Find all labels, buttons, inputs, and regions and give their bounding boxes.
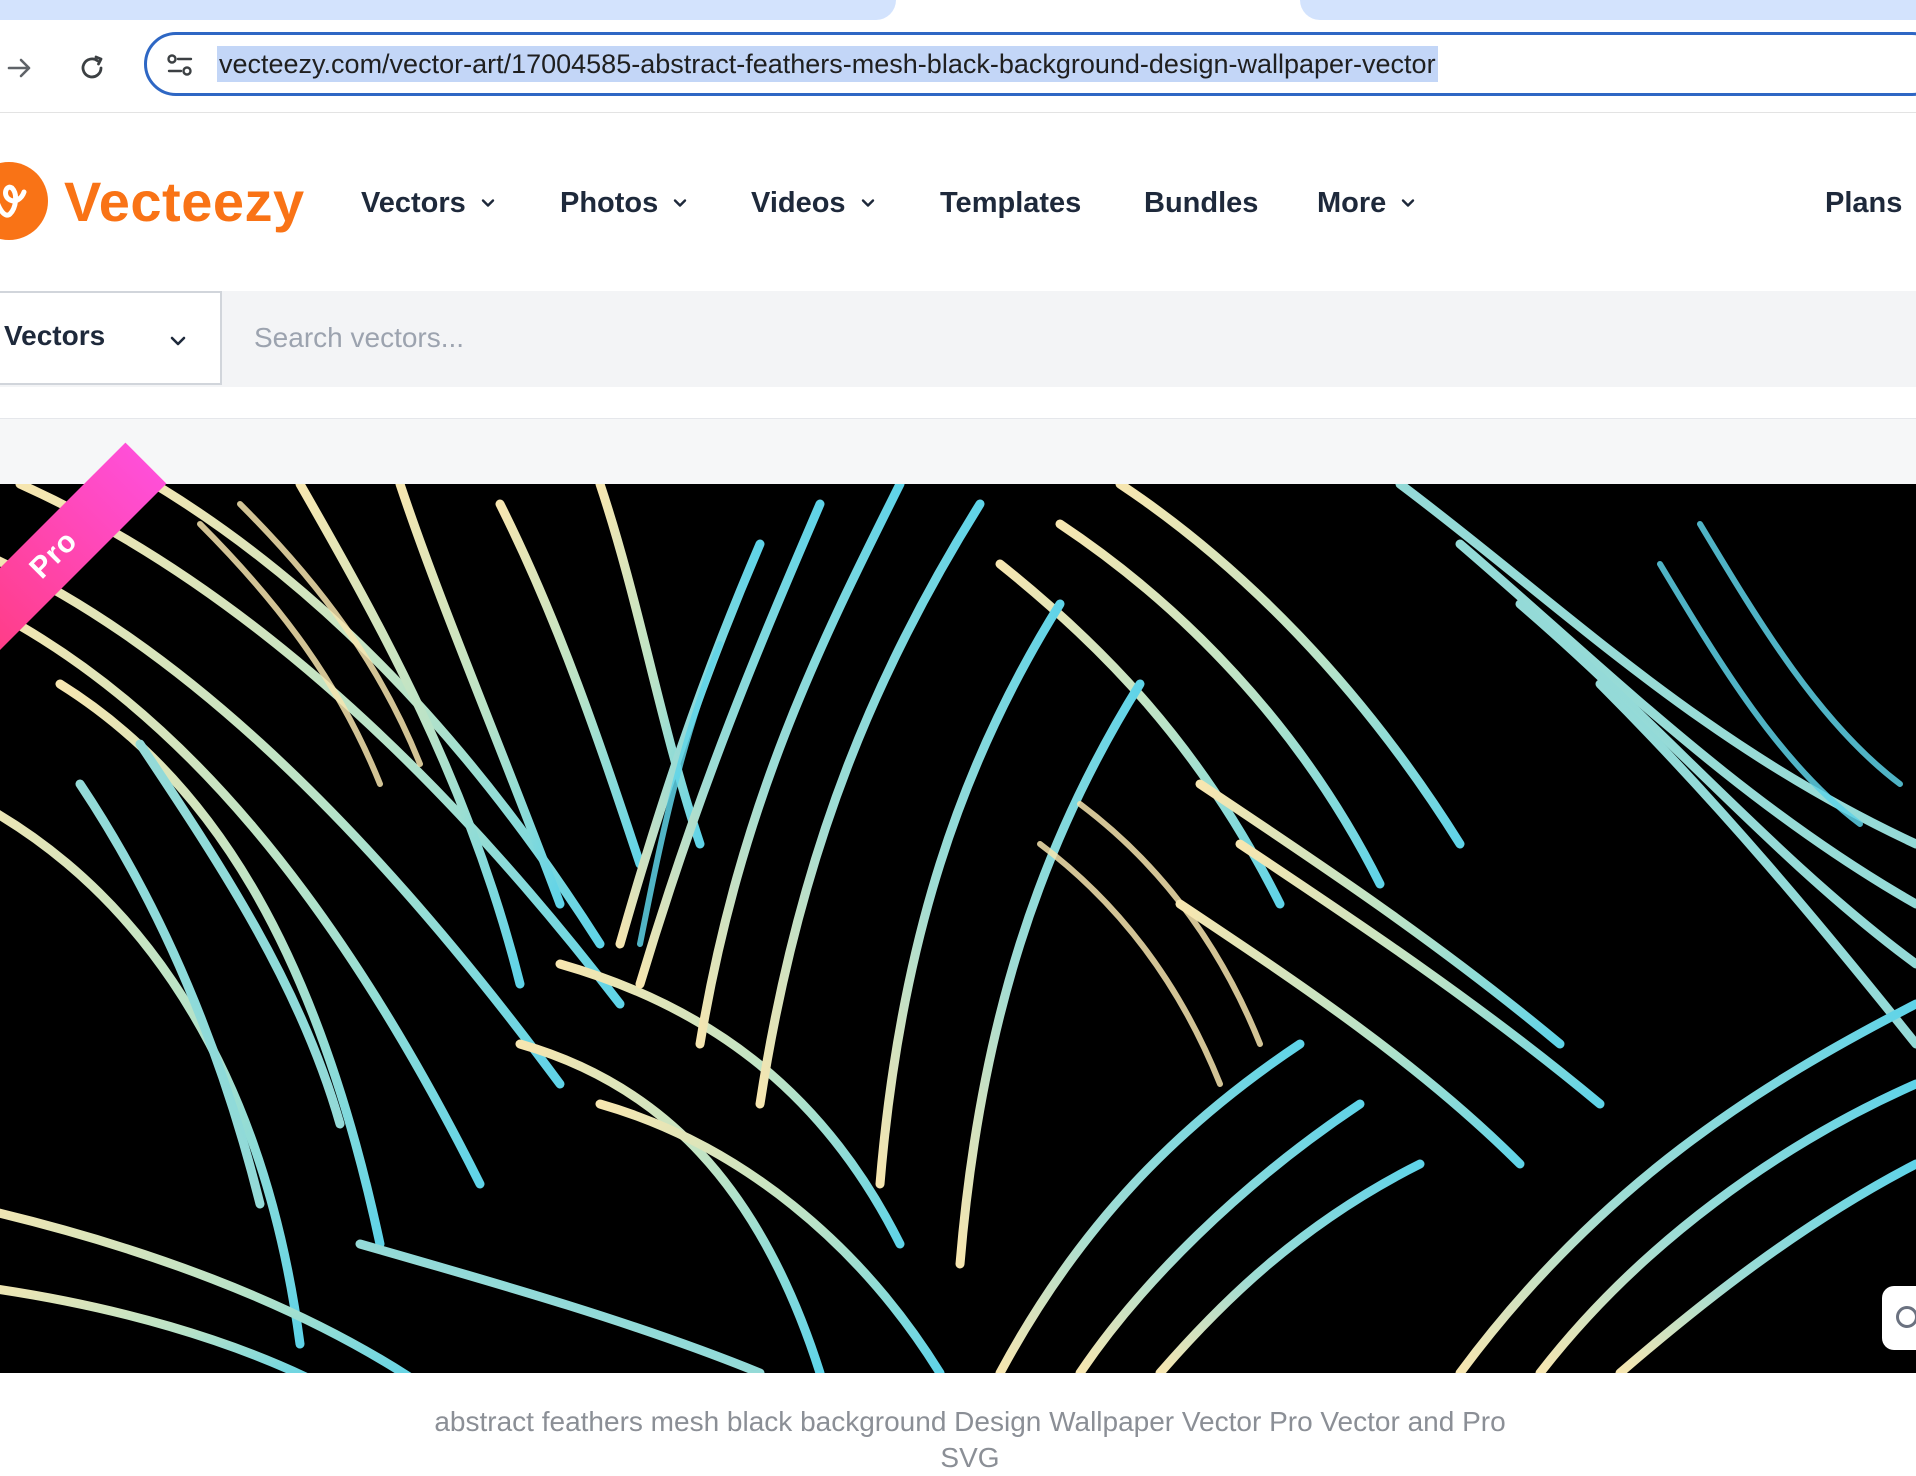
nav-bundles-label: Bundles — [1144, 186, 1259, 219]
main-nav: Vectors Photos Videos Templates Bundles … — [0, 113, 1916, 291]
content-divider — [0, 418, 1916, 485]
browser-tab[interactable] — [1300, 0, 1916, 20]
chevron-down-icon — [170, 336, 186, 346]
chevron-down-icon — [481, 199, 494, 207]
chevron-down-icon — [861, 199, 874, 207]
browser-toolbar: vecteezy.com/vector-art/17004585-abstrac… — [0, 20, 1916, 113]
vector-preview-image[interactable] — [0, 484, 1916, 1373]
forward-button[interactable] — [0, 48, 40, 88]
nav-plans[interactable]: Plans — [1825, 183, 1902, 223]
nav-templates[interactable]: Templates — [940, 183, 1081, 223]
nav-vectors-label: Vectors — [361, 186, 466, 219]
feathers-artwork — [0, 484, 1916, 1373]
address-bar[interactable]: vecteezy.com/vector-art/17004585-abstrac… — [144, 32, 1916, 96]
nav-photos[interactable]: Photos — [560, 183, 688, 223]
search-bar: Vectors — [0, 291, 1916, 387]
search-input[interactable] — [226, 291, 1916, 385]
nav-vectors[interactable]: Vectors — [361, 183, 496, 223]
arrow-right-icon — [7, 58, 31, 78]
nav-more[interactable]: More — [1317, 183, 1416, 223]
nav-photos-label: Photos — [560, 186, 659, 219]
site-header: Vecteezy Vectors Photos Videos Templates… — [0, 113, 1916, 291]
search-icon — [1896, 1306, 1916, 1328]
browser-tab[interactable] — [0, 0, 896, 20]
search-type-select[interactable]: Vectors — [0, 291, 222, 385]
chevron-down-icon — [1402, 199, 1415, 207]
tab-strip — [0, 0, 1916, 20]
chevron-down-icon — [674, 199, 687, 207]
image-caption: abstract feathers mesh black background … — [434, 1406, 1506, 1473]
nav-more-label: More — [1317, 186, 1387, 219]
url-text[interactable]: vecteezy.com/vector-art/17004585-abstrac… — [217, 46, 1438, 82]
search-type-label: Vectors — [4, 320, 106, 351]
nav-bundles[interactable]: Bundles — [1144, 183, 1258, 223]
nav-videos-label: Videos — [751, 186, 846, 219]
reload-icon — [81, 55, 103, 79]
nav-templates-label: Templates — [940, 186, 1082, 219]
site-settings-icon[interactable] — [165, 50, 195, 80]
view-similar-button[interactable] — [1882, 1286, 1916, 1350]
nav-videos[interactable]: Videos — [751, 183, 876, 223]
nav-plans-label: Plans — [1825, 186, 1903, 219]
reload-button[interactable] — [72, 48, 112, 88]
